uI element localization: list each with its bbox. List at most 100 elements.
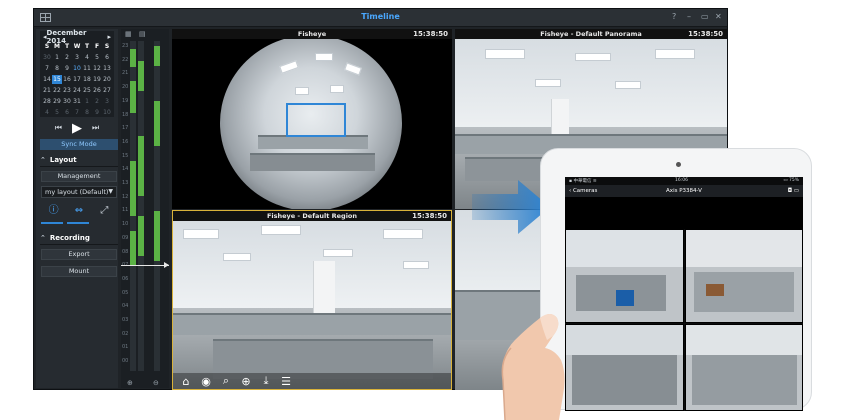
layout-select[interactable]: my layout (Default) ▼ <box>41 186 117 198</box>
playhead-marker[interactable] <box>121 262 169 268</box>
sync-mode-button[interactable]: Sync Mode <box>40 139 118 150</box>
tile-header: Fisheye - Default Panorama 15:38:50 <box>455 29 727 39</box>
tile-title: Fisheye <box>297 30 327 38</box>
calendar-day[interactable]: 4 <box>82 53 92 62</box>
previous-icon[interactable]: ⏮ <box>55 123 62 133</box>
calendar-day[interactable]: 10 <box>72 64 82 73</box>
timeline-track[interactable] <box>130 41 136 371</box>
calendar-weekday: T <box>64 43 70 50</box>
calendar-day[interactable]: 30 <box>42 53 52 62</box>
calendar-day[interactable]: 5 <box>92 53 102 62</box>
zoom-search-icon[interactable]: ⌕ <box>219 374 233 388</box>
calendar-day[interactable]: 7 <box>72 108 82 117</box>
calendar-day[interactable]: 12 <box>92 64 102 73</box>
calendar-day[interactable]: 15 <box>52 75 62 84</box>
calendar-day[interactable]: 2 <box>62 53 72 62</box>
calendar-day[interactable]: 22 <box>52 86 62 95</box>
calendar-day[interactable]: 9 <box>92 108 102 117</box>
ceiling-light <box>655 49 695 59</box>
calendar-day[interactable]: 26 <box>92 86 102 95</box>
zoom-out-icon[interactable]: ⊖ <box>153 379 159 387</box>
calendar-day[interactable]: 29 <box>52 97 62 106</box>
calendar-day[interactable]: 13 <box>102 64 112 73</box>
calendar-day[interactable]: 18 <box>82 75 92 84</box>
management-button[interactable]: Management <box>41 171 117 182</box>
calendar-day[interactable]: 31 <box>72 97 82 106</box>
settings-sliders-icon[interactable]: ☰ <box>279 375 293 388</box>
calendar-day[interactable]: 16 <box>62 75 72 84</box>
layout-section-label: Layout <box>49 156 77 164</box>
calendar-day[interactable]: 4 <box>42 108 52 117</box>
tile-title: Fisheye - Default Panorama <box>540 30 642 38</box>
tablet-camera-view[interactable] <box>565 229 684 323</box>
camera-tile-region[interactable]: Fisheye - Default Region 15:38:50 ⌂ ◉ ⌕ … <box>172 210 452 390</box>
calendar-day[interactable]: 23 <box>62 86 72 95</box>
download-icon[interactable]: ⤓ <box>259 374 273 388</box>
calendar-day[interactable]: 17 <box>72 75 82 84</box>
nav-action-icons[interactable]: ◘ ▭ <box>788 185 799 197</box>
timeline-hour-label: 16 <box>122 138 129 145</box>
calendar-day[interactable]: 10 <box>102 108 112 117</box>
minimize-icon[interactable]: – <box>687 12 691 21</box>
recording-section-header[interactable]: ⌃ Recording <box>40 231 118 245</box>
calendar-day[interactable]: 6 <box>62 108 72 117</box>
timeline-hour-label: 11 <box>122 207 129 214</box>
close-icon[interactable]: ✕ <box>715 12 722 21</box>
play-icon[interactable]: ▶ <box>72 121 82 136</box>
calendar-day[interactable]: 1 <box>82 97 92 106</box>
maximize-icon[interactable]: ▭ <box>701 12 709 21</box>
region-of-interest-box[interactable] <box>286 103 346 137</box>
tablet-camera-view[interactable] <box>685 229 803 323</box>
calendar-day[interactable]: 9 <box>62 64 72 73</box>
snapshot-icon[interactable]: ◉ <box>199 375 213 388</box>
calendar-day[interactable]: 21 <box>42 86 52 95</box>
next-icon[interactable]: ⏭ <box>92 123 99 133</box>
ceiling-light <box>330 85 344 93</box>
calendar-day[interactable]: 6 <box>102 53 112 62</box>
calendar-day[interactable]: 3 <box>72 53 82 62</box>
tablet-camera-view[interactable] <box>685 324 803 411</box>
calendar-day[interactable]: 28 <box>42 97 52 106</box>
camera-tile-fisheye[interactable]: Fisheye 15:38:50 <box>172 29 452 209</box>
zoom-in-icon[interactable]: ⊕ <box>239 375 253 388</box>
timeline-hour-label: 23 <box>122 43 129 49</box>
layout-section-header[interactable]: ⌃ Layout <box>40 153 118 167</box>
calendar-day[interactable]: 11 <box>82 64 92 73</box>
calendar-day[interactable]: 30 <box>62 97 72 106</box>
help-icon[interactable]: ? <box>672 12 676 21</box>
ceiling-light <box>383 229 423 239</box>
calendar-day[interactable]: 8 <box>52 64 62 73</box>
timeline-strip[interactable]: ▦ ▤ 232221201918171615141312111009080706… <box>121 29 169 388</box>
calendar-next-icon[interactable]: ▸ <box>107 33 111 41</box>
zoom-in-icon[interactable]: ⊕ <box>127 379 133 387</box>
timeline-hour-label: 19 <box>122 97 129 104</box>
calendar-day[interactable]: 27 <box>102 86 112 95</box>
info-icon[interactable]: ⓘ <box>46 203 62 219</box>
tablet-camera-view[interactable] <box>565 324 684 411</box>
calendar-day[interactable]: 2 <box>92 97 102 106</box>
calendar-day[interactable]: 3 <box>102 97 112 106</box>
back-button[interactable]: ‹ Cameras <box>569 185 597 197</box>
calendar-day[interactable]: 5 <box>52 108 62 117</box>
calendar-day[interactable]: 19 <box>92 75 102 84</box>
timeline-track[interactable] <box>154 41 160 371</box>
expand-icon[interactable]: ⤢ <box>96 203 112 219</box>
calendar-day[interactable]: 7 <box>42 64 52 73</box>
sidebar: ◂ December 2014 ▸ S M T W T F S 30 1 2 3 4 5 6 7 8 9 10 11… <box>36 29 118 388</box>
calendar-weekday: W <box>73 43 81 50</box>
list-view-icon[interactable]: ▤ <box>139 30 146 38</box>
export-button[interactable]: Export <box>41 249 117 260</box>
calendar-day[interactable]: 14 <box>42 75 52 84</box>
calendar-day[interactable]: 25 <box>82 86 92 95</box>
calendar-day[interactable]: 24 <box>72 86 82 95</box>
calendar-day[interactable]: 20 <box>102 75 112 84</box>
fit-icon[interactable]: ⇔ <box>71 203 87 219</box>
home-icon[interactable]: ⌂ <box>179 375 193 388</box>
recording-segment <box>130 231 136 266</box>
chevron-up-icon: ⌃ <box>40 156 46 164</box>
timeline-track[interactable] <box>138 41 144 371</box>
calendar-day[interactable]: 1 <box>52 53 62 62</box>
mount-button[interactable]: Mount <box>41 266 117 277</box>
calendar-day[interactable]: 8 <box>82 108 92 117</box>
grid-view-icon[interactable]: ▦ <box>125 30 132 38</box>
